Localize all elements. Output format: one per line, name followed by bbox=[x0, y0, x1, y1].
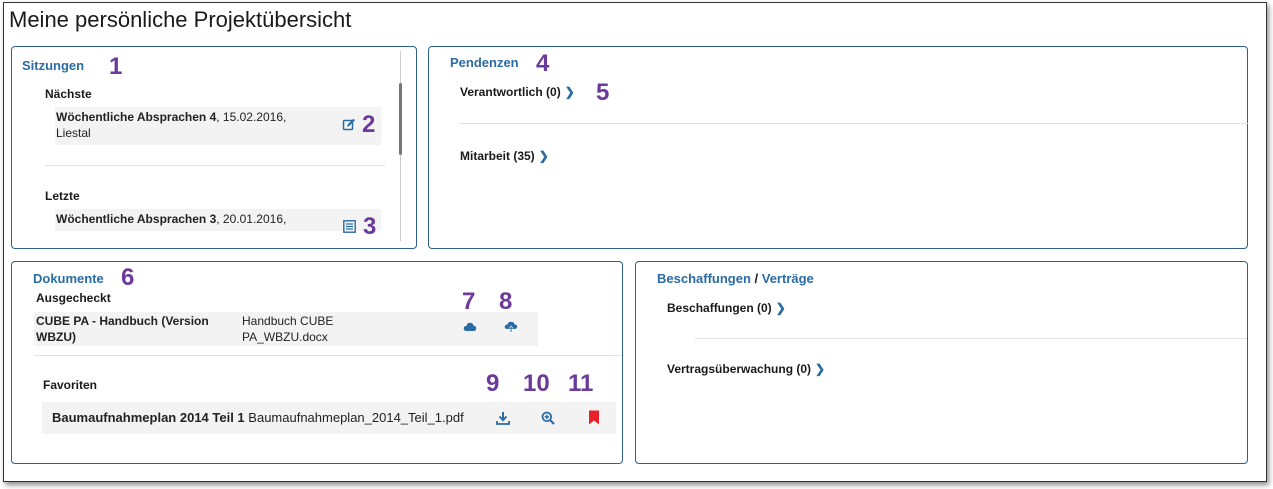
beschaffungen-title-part1: Beschaffungen bbox=[657, 271, 751, 286]
annotation-marker-5: 5 bbox=[596, 79, 610, 106]
checked-out-name[interactable]: CUBE PA - Handbuch (Version WBZU) bbox=[36, 313, 236, 345]
pendenzen-divider bbox=[460, 123, 1248, 124]
dokumente-title[interactable]: Dokumente bbox=[33, 271, 104, 286]
annotation-marker-10: 10 bbox=[523, 370, 550, 397]
last-session-text[interactable]: Wöchentliche Absprachen 3, 20.01.2016, bbox=[56, 211, 326, 227]
verantwortlich-link[interactable]: Verantwortlich (0) ❯ bbox=[460, 85, 575, 99]
beschaffungen-divider bbox=[695, 338, 1247, 339]
chevron-right-icon: ❯ bbox=[815, 362, 826, 376]
next-session-name: Wöchentliche Absprachen 4 bbox=[56, 110, 217, 124]
last-session-name: Wöchentliche Absprachen 3 bbox=[56, 212, 217, 226]
checked-out-file-line1: Handbuch CUBE bbox=[242, 314, 334, 328]
favorite-text[interactable]: Baumaufnahmeplan 2014 Teil 1 Baumaufnahm… bbox=[52, 410, 464, 426]
checked-out-file: Handbuch CUBE PA_WBZU.docx bbox=[242, 313, 392, 345]
next-session-details: , 15.02.2016, bbox=[216, 110, 287, 124]
edit-icon[interactable] bbox=[342, 118, 358, 134]
next-session-text[interactable]: Wöchentliche Absprachen 4, 15.02.2016, L… bbox=[56, 109, 316, 141]
sitzungen-scrollbar[interactable] bbox=[399, 83, 402, 155]
last-session-details: , 20.01.2016, bbox=[216, 212, 287, 226]
pendenzen-panel: Pendenzen 4 Verantwortlich (0) ❯ 5 Mitarb… bbox=[428, 46, 1248, 249]
annotation-marker-11: 11 bbox=[568, 370, 594, 397]
beschaffungen-title-part2: Verträge bbox=[761, 271, 814, 286]
title-separator: / bbox=[750, 271, 762, 286]
dokumente-panel: Dokumente 6 Ausgecheckt CUBE PA - Handbu… bbox=[11, 261, 623, 464]
cloud-icon[interactable] bbox=[463, 320, 479, 336]
annotation-marker-6: 6 bbox=[121, 264, 135, 291]
pendenzen-title[interactable]: Pendenzen bbox=[450, 55, 519, 70]
checked-out-file-line2: PA_WBZU.docx bbox=[242, 330, 328, 344]
checked-out-label: Ausgecheckt bbox=[36, 291, 111, 305]
favorites-label: Favoriten bbox=[43, 378, 98, 392]
verantwortlich-label: Verantwortlich (0) bbox=[460, 85, 561, 99]
favorite-file: Baumaufnahmeplan_2014_Teil_1.pdf bbox=[248, 410, 464, 425]
cloud-upload-icon[interactable] bbox=[504, 320, 520, 336]
favorite-name: Baumaufnahmeplan 2014 Teil 1 bbox=[52, 410, 245, 425]
chevron-right-icon: ❯ bbox=[564, 85, 575, 99]
annotation-marker-2: 2 bbox=[362, 111, 376, 138]
download-icon[interactable] bbox=[496, 411, 512, 427]
checked-out-name-line1: CUBE PA - Handbuch (Version bbox=[36, 314, 209, 328]
bookmark-icon[interactable] bbox=[588, 410, 604, 426]
page-title: Meine persönliche Projektübersicht bbox=[9, 7, 352, 32]
annotation-marker-4: 4 bbox=[536, 50, 550, 77]
vertragsueberwachung-label: Vertragsüberwachung (0) bbox=[667, 362, 812, 376]
next-sessions-label: Nächste bbox=[45, 87, 92, 101]
beschaffungen-title[interactable]: Beschaffungen / Verträge bbox=[657, 271, 814, 286]
chevron-right-icon: ❯ bbox=[775, 301, 786, 315]
dokumente-divider bbox=[34, 355, 622, 356]
annotation-marker-1: 1 bbox=[109, 53, 123, 80]
protocol-icon[interactable] bbox=[343, 220, 359, 236]
beschaffungen-link[interactable]: Beschaffungen (0) ❯ bbox=[667, 301, 786, 315]
last-sessions-label: Letzte bbox=[45, 189, 80, 203]
checked-out-name-line2: WBZU) bbox=[36, 330, 76, 344]
annotation-marker-8: 8 bbox=[499, 288, 513, 315]
sitzungen-title[interactable]: Sitzungen bbox=[22, 58, 84, 73]
beschaffungen-panel: Beschaffungen / Verträge Beschaffungen (… bbox=[635, 261, 1248, 464]
chevron-right-icon: ❯ bbox=[538, 149, 549, 163]
annotation-marker-3: 3 bbox=[363, 213, 377, 240]
sitzungen-panel: Sitzungen 1 Nächste Wöchentliche Absprac… bbox=[11, 46, 417, 249]
annotation-marker-9: 9 bbox=[486, 370, 500, 397]
sitzungen-divider bbox=[45, 165, 385, 166]
mitarbeit-label: Mitarbeit (35) bbox=[460, 149, 535, 163]
vertragsueberwachung-link[interactable]: Vertragsüberwachung (0) ❯ bbox=[667, 362, 825, 376]
zoom-in-icon[interactable] bbox=[541, 411, 557, 427]
next-session-location: Liestal bbox=[56, 126, 91, 140]
annotation-marker-7: 7 bbox=[462, 288, 476, 315]
mitarbeit-link[interactable]: Mitarbeit (35) ❯ bbox=[460, 149, 549, 163]
beschaffungen-label: Beschaffungen (0) bbox=[667, 301, 772, 315]
